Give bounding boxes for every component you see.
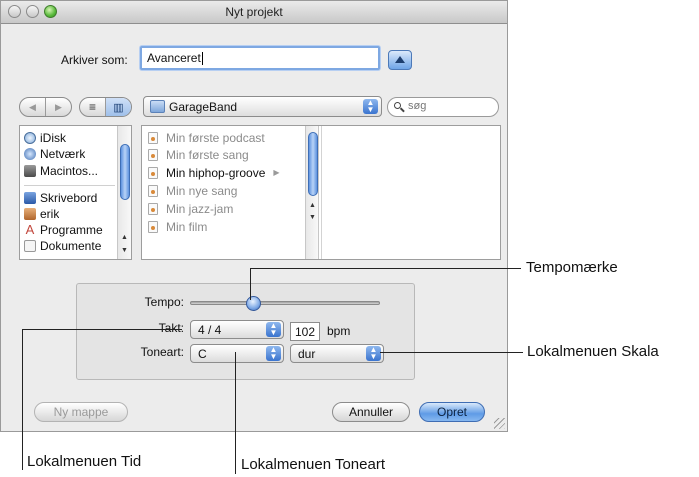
file-column: Min første podcast Min første sang Min h… <box>142 126 322 259</box>
sidebar-item-desktop[interactable]: Skrivebord <box>24 190 97 205</box>
sidebar-scroll-thumb[interactable] <box>120 144 130 200</box>
network-icon <box>24 147 36 160</box>
home-icon <box>24 207 36 220</box>
view-mode-buttons: ≡ ▥ <box>79 97 132 117</box>
scale-menu-callout: Lokalmenuen Skala <box>527 343 659 360</box>
bpm-unit: bpm <box>327 324 351 338</box>
time-callout-leader <box>22 329 182 330</box>
scale-popup[interactable]: dur ▲ ▼ <box>290 344 384 363</box>
tempo-callout-leader <box>250 268 251 300</box>
scroll-up-icon[interactable]: ▲ <box>121 234 128 241</box>
list-item[interactable]: Min jazz-jam <box>148 200 233 217</box>
tempo-slider-knob[interactable] <box>246 296 262 311</box>
disclosure-right-icon: ▶ <box>273 168 280 177</box>
popup-arrows-icon: ▲ ▼ <box>266 322 281 337</box>
new-project-dialog: Nyt projekt Arkiver som: Avanceret ◀ ▶ ≡… <box>0 0 508 432</box>
tempo-label: Tempo: <box>144 295 184 309</box>
disclosure-up-icon <box>395 56 405 63</box>
location-label: GarageBand <box>169 100 238 114</box>
garageband-file-icon <box>148 202 158 215</box>
project-options-panel: Tempo: Takt: 4 / 4 ▲ ▼ 102 bpm Toneart: C… <box>76 283 415 380</box>
tempo-value-field[interactable]: 102 <box>290 322 320 341</box>
garageband-file-icon <box>148 166 158 179</box>
time-signature-label: Takt: <box>158 321 184 335</box>
sidebar-item-documents[interactable]: Dokumente <box>24 238 101 253</box>
folder-icon <box>150 100 165 113</box>
scroll-down-icon[interactable]: ▼ <box>309 214 316 221</box>
sidebar-divider <box>24 185 115 186</box>
search-icon <box>394 102 401 109</box>
list-view-icon[interactable]: ≡ <box>80 98 105 116</box>
scroll-up-icon[interactable]: ▲ <box>309 202 316 209</box>
sidebar-item-erik[interactable]: erik <box>24 206 59 221</box>
garageband-file-icon <box>148 148 158 161</box>
files-scroll-thumb[interactable] <box>308 132 318 196</box>
garageband-file-icon <box>148 184 158 197</box>
search-input[interactable]: søg <box>387 97 499 117</box>
key-callout-line <box>235 352 236 474</box>
popup-arrows-icon: ▲ ▼ <box>366 346 381 361</box>
files-scrollbar[interactable]: ▲ ▼ <box>305 126 319 259</box>
time-callout-line <box>22 329 23 470</box>
new-folder-button[interactable]: Ny mappe <box>34 402 128 422</box>
garageband-file-icon <box>148 131 158 144</box>
sidebar-item-idisk[interactable]: iDisk <box>24 130 66 145</box>
sidebar: iDisk Netværk Macintos... Skrivebord eri… <box>19 125 132 260</box>
window-title: Nyt projekt <box>225 5 283 19</box>
sidebar-item-network[interactable]: Netværk <box>24 146 85 161</box>
popup-arrows-icon: ▲ ▼ <box>363 99 378 114</box>
scroll-down-icon[interactable]: ▼ <box>121 247 128 254</box>
tempo-marker-callout: Tempomærke <box>526 259 618 276</box>
key-label: Toneart: <box>140 345 184 359</box>
sidebar-scrollbar[interactable]: ▲ ▼ <box>117 126 131 259</box>
garageband-file-icon <box>148 220 158 233</box>
popup-arrows-icon: ▲ ▼ <box>266 346 281 361</box>
back-forward-buttons: ◀ ▶ <box>19 97 72 117</box>
text-cursor <box>201 52 203 66</box>
sidebar-item-macintosh[interactable]: Macintos... <box>24 163 98 178</box>
scale-callout-line <box>380 352 523 353</box>
sidebar-item-applications[interactable]: A Programme <box>24 222 103 237</box>
time-menu-callout: Lokalmenuen Tid <box>27 453 142 470</box>
documents-icon <box>24 239 36 252</box>
tempo-slider[interactable] <box>190 296 380 311</box>
list-item[interactable]: Min film <box>148 218 207 235</box>
create-button[interactable]: Opret <box>419 402 485 422</box>
applications-icon: A <box>25 222 35 237</box>
title-bar: Nyt projekt <box>1 1 507 24</box>
list-item[interactable]: Min hiphop-groove ▶ <box>148 164 280 181</box>
desktop-icon <box>24 191 36 204</box>
list-item[interactable]: Min nye sang <box>148 182 237 199</box>
collapse-dialog-button[interactable] <box>388 50 412 70</box>
save-as-input[interactable]: Avanceret <box>140 46 380 70</box>
save-as-label: Arkiver som: <box>61 53 128 67</box>
key-menu-callout: Lokalmenuen Toneart <box>241 456 385 473</box>
key-popup[interactable]: C ▲ ▼ <box>190 344 284 363</box>
cancel-button[interactable]: Annuller <box>332 402 410 422</box>
list-item[interactable]: Min første sang <box>148 146 249 163</box>
location-popup[interactable]: GarageBand ▲ ▼ <box>143 96 382 117</box>
file-browser: Min første podcast Min første sang Min h… <box>141 125 501 260</box>
tempo-callout-line <box>250 268 521 269</box>
column-view-icon[interactable]: ▥ <box>105 98 131 116</box>
forward-arrow-icon[interactable]: ▶ <box>45 98 71 116</box>
hard-drive-icon <box>24 164 36 177</box>
idisk-icon <box>24 131 36 144</box>
resize-grip-icon[interactable] <box>494 418 505 429</box>
time-signature-popup[interactable]: 4 / 4 ▲ ▼ <box>190 320 284 339</box>
list-item[interactable]: Min første podcast <box>148 129 265 146</box>
back-arrow-icon[interactable]: ◀ <box>20 98 45 116</box>
